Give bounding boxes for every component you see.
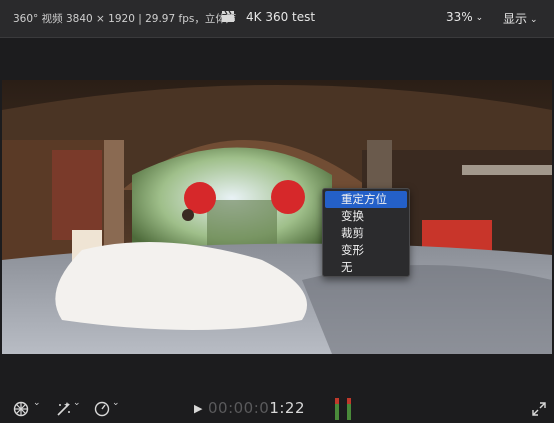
fullscreen-icon bbox=[532, 402, 546, 416]
transform-context-menu: 重定方位 变换 裁剪 变形 无 bbox=[322, 188, 410, 277]
chevron-down-icon: ⌄ bbox=[73, 398, 81, 408]
retime-menu[interactable]: ⌄ bbox=[94, 398, 124, 417]
clip-name: 4K 360 test bbox=[246, 10, 316, 24]
timecode-current: 1:22 bbox=[269, 399, 306, 417]
zoom-menu[interactable]: 33% ⌄ bbox=[446, 10, 483, 24]
audio-meter-right-peak bbox=[347, 398, 351, 404]
chevron-down-icon: ⌄ bbox=[475, 13, 484, 23]
menu-item-distort[interactable]: 变形 bbox=[325, 242, 407, 259]
view-options-menu[interactable]: ⌄ bbox=[13, 398, 43, 417]
menu-item-transform[interactable]: 变换 bbox=[325, 208, 407, 225]
play-button[interactable]: ▶ bbox=[194, 402, 202, 415]
timecode-leading: 00:00:0 bbox=[208, 399, 270, 417]
chevron-down-icon: ⌄ bbox=[112, 398, 120, 408]
display-menu[interactable]: 显示 ⌄ bbox=[503, 10, 538, 27]
clapper-icon bbox=[222, 11, 234, 22]
timecode-display[interactable]: 00:00:01:22 bbox=[208, 399, 305, 417]
chevron-down-icon: ⌄ bbox=[33, 398, 41, 408]
zoom-value: 33% bbox=[446, 10, 473, 24]
chevron-down-icon: ⌄ bbox=[530, 15, 538, 25]
menu-item-none[interactable]: 无 bbox=[325, 259, 407, 276]
video-viewer[interactable] bbox=[2, 80, 552, 354]
effects-menu[interactable]: ⌄ bbox=[56, 398, 86, 417]
menu-item-reorient[interactable]: 重定方位 bbox=[325, 191, 407, 208]
video-frame bbox=[2, 80, 552, 354]
display-menu-label: 显示 bbox=[503, 12, 528, 26]
audio-meter-left-peak bbox=[335, 398, 339, 404]
viewer-header: 360° 视频 3840 × 1920 | 29.97 fps，立体声 4K 3… bbox=[0, 0, 554, 38]
fullscreen-button[interactable] bbox=[532, 401, 546, 417]
effects-wand-icon bbox=[57, 402, 70, 416]
menu-item-crop[interactable]: 裁剪 bbox=[325, 225, 407, 242]
clip-info: 360° 视频 3840 × 1920 | 29.97 fps，立体声 bbox=[13, 13, 237, 25]
viewer-footer: ⌄ ⌄ ⌄ ▶ 00:00:01:22 bbox=[0, 395, 554, 423]
